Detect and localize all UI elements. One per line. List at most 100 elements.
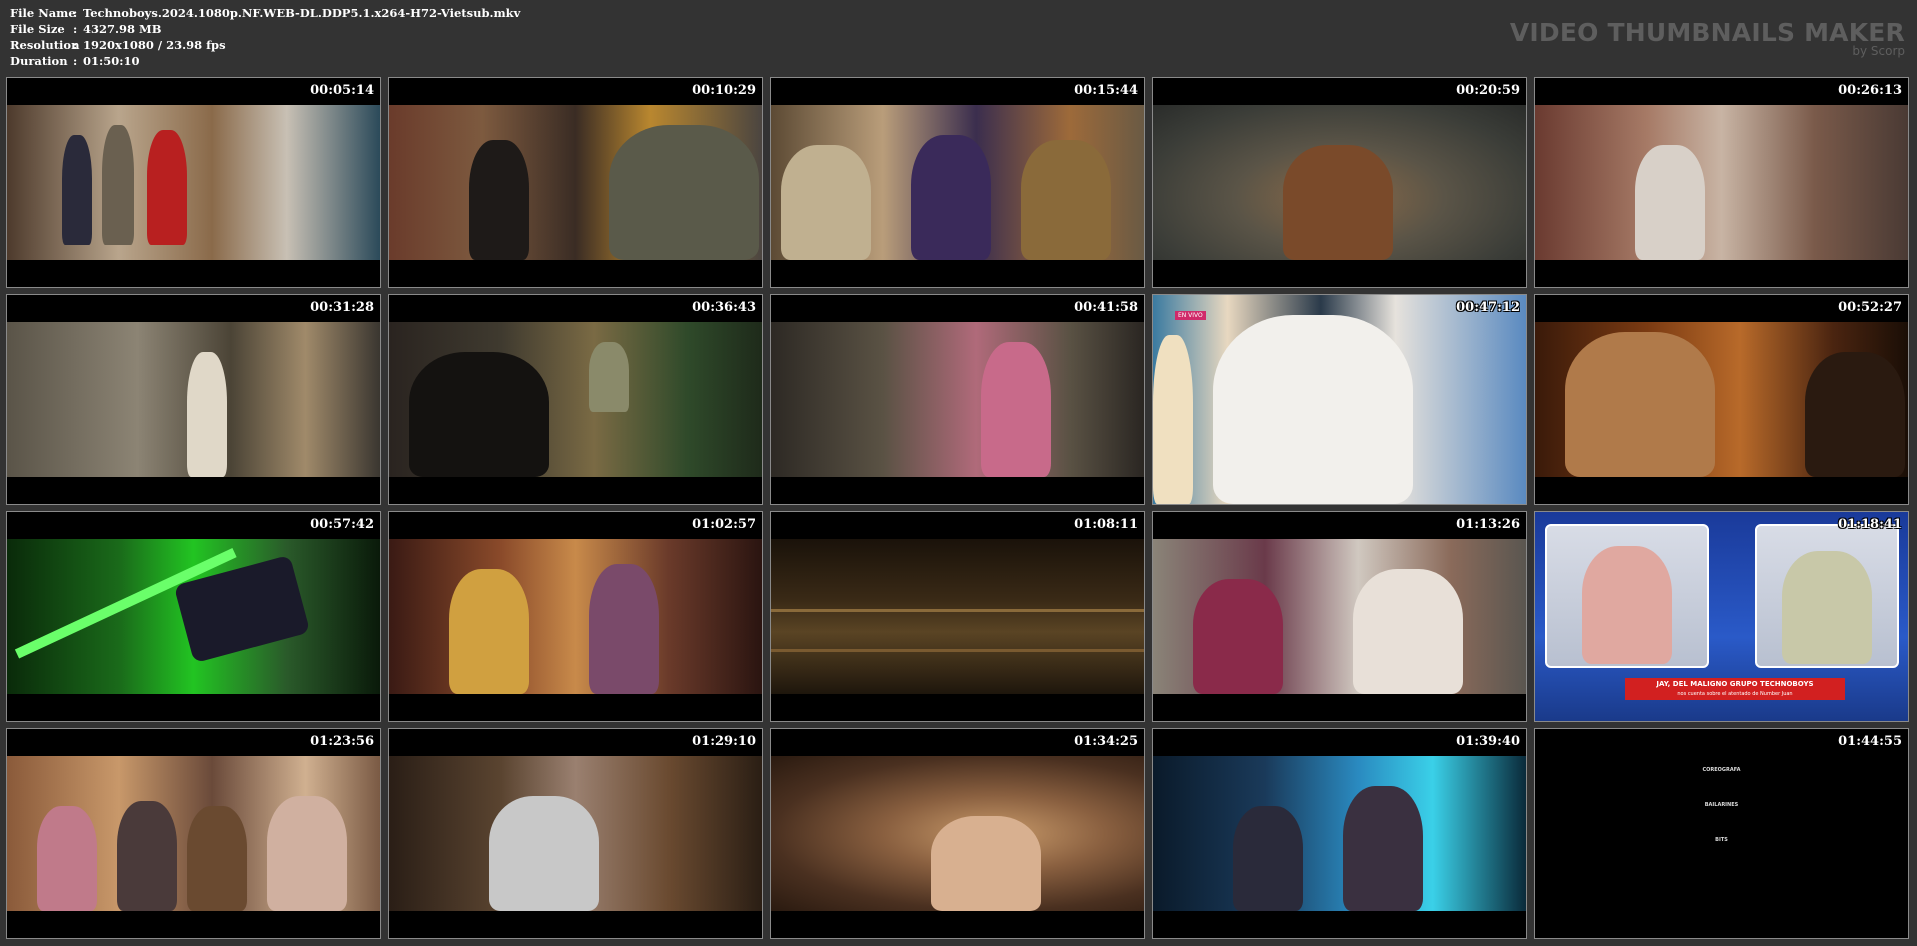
- timestamp: 00:36:43: [692, 300, 756, 315]
- figure: [489, 796, 599, 911]
- colon: :: [73, 22, 78, 36]
- thumbnail[interactable]: 00:36:43: [388, 294, 763, 505]
- thumbnail[interactable]: 00:26:13: [1534, 77, 1909, 288]
- video-frame: [389, 539, 762, 694]
- video-frame: EN VIVO: [1153, 295, 1526, 504]
- video-frame: [1153, 756, 1526, 911]
- end-credits: COREOGRAFA BAILARINES BITS: [1535, 761, 1908, 846]
- timestamp: 01:34:25: [1074, 734, 1138, 749]
- timestamp: 01:44:55: [1838, 734, 1902, 749]
- resolution-value: 1920x1080 / 23.98 fps: [83, 38, 226, 52]
- thumbnail[interactable]: 00:15:44: [770, 77, 1145, 288]
- figure: [1021, 140, 1111, 260]
- video-frame: [1153, 105, 1526, 260]
- file-size-value: 4327.98 MB: [83, 22, 162, 36]
- video-frame: JAY, DEL MALIGNO GRUPO TECHNOBOYS nos cu…: [1535, 512, 1908, 721]
- thumbnail[interactable]: 00:05:14: [6, 77, 381, 288]
- video-frame: [1535, 105, 1908, 260]
- figure: [1565, 332, 1715, 477]
- file-name-value: Technoboys.2024.1080p.NF.WEB-DL.DDP5.1.x…: [83, 6, 521, 20]
- colon: :: [73, 54, 78, 68]
- timestamp: 00:57:42: [310, 517, 374, 532]
- video-frame: [389, 756, 762, 911]
- timestamp: 01:08:11: [1074, 517, 1138, 532]
- file-name-row: File Name: Technoboys.2024.1080p.NF.WEB-D…: [10, 6, 520, 22]
- timestamp: 00:10:29: [692, 83, 756, 98]
- figure: [147, 130, 187, 245]
- news-title: JAY, DEL MALIGNO GRUPO TECHNOBOYS: [1656, 680, 1814, 688]
- video-frame: [771, 322, 1144, 477]
- video-frame: [389, 322, 762, 477]
- thumbnail[interactable]: 01:08:11: [770, 511, 1145, 722]
- video-frame: [771, 539, 1144, 694]
- figure: [409, 352, 549, 477]
- thumbnail[interactable]: JAY, DEL MALIGNO GRUPO TECHNOBOYS nos cu…: [1534, 511, 1909, 722]
- figure: [1805, 352, 1905, 477]
- contact-sheet: File Name: Technoboys.2024.1080p.NF.WEB-D…: [0, 0, 1917, 946]
- figure: [62, 135, 92, 245]
- timestamp: 01:13:26: [1456, 517, 1520, 532]
- video-frame: [389, 105, 762, 260]
- brand-logo: VIDEO THUMBNAILS MAKER by Scorp: [1510, 20, 1905, 58]
- thumbnail[interactable]: 01:34:25: [770, 728, 1145, 939]
- timestamp: 01:02:57: [692, 517, 756, 532]
- timestamp: 00:26:13: [1838, 83, 1902, 98]
- figure: [589, 342, 629, 412]
- thumbnail[interactable]: 00:41:58: [770, 294, 1145, 505]
- thumbnail[interactable]: 00:31:28: [6, 294, 381, 505]
- thumbnail[interactable]: 00:20:59: [1152, 77, 1527, 288]
- duration-value: 01:50:10: [83, 54, 140, 68]
- thumbnail-grid: 00:05:14 00:10:29 00:15:44 00:20:59 00:2…: [6, 77, 1917, 943]
- colon: :: [73, 38, 78, 52]
- credits-heading: BAILARINES: [1704, 802, 1739, 808]
- video-frame: [7, 105, 380, 260]
- figure: [37, 806, 97, 911]
- file-info-header: File Name: Technoboys.2024.1080p.NF.WEB-D…: [0, 0, 1917, 76]
- credits-heading: COREOGRAFA: [1702, 767, 1741, 773]
- figure: [1213, 315, 1413, 504]
- figure: [911, 135, 991, 260]
- timestamp: 01:23:56: [310, 734, 374, 749]
- thumbnail[interactable]: 01:02:57: [388, 511, 763, 722]
- resolution-row: Resolution: 1920x1080 / 23.98 fps: [10, 38, 226, 54]
- thumbnail[interactable]: 00:10:29: [388, 77, 763, 288]
- timestamp: 00:05:14: [310, 83, 374, 98]
- resolution-label: Resolution: [10, 38, 80, 52]
- figure: [187, 806, 247, 911]
- video-frame: [771, 756, 1144, 911]
- figure: [781, 145, 871, 260]
- figure: [1283, 145, 1393, 260]
- figure: [102, 125, 134, 245]
- video-frame: [1153, 539, 1526, 694]
- figure: [187, 352, 227, 477]
- duration-label: Duration: [10, 54, 68, 68]
- news-lower-third: JAY, DEL MALIGNO GRUPO TECHNOBOYS nos cu…: [1625, 678, 1845, 700]
- thumbnail[interactable]: 00:52:27: [1534, 294, 1909, 505]
- video-frame: COREOGRAFA BAILARINES BITS: [1535, 729, 1908, 938]
- thumbnail[interactable]: 01:23:56: [6, 728, 381, 939]
- rail: [771, 649, 1144, 652]
- video-call-panel: [1755, 524, 1899, 668]
- thumbnail[interactable]: 01:39:40: [1152, 728, 1527, 939]
- thumbnail[interactable]: COREOGRAFA BAILARINES BITS 01:44:55: [1534, 728, 1909, 939]
- thumbnail[interactable]: 01:13:26: [1152, 511, 1527, 722]
- brand-title: VIDEO THUMBNAILS MAKER: [1509, 18, 1905, 47]
- credits-heading: BITS: [1715, 837, 1728, 843]
- timestamp: 00:31:28: [310, 300, 374, 315]
- file-size-row: File Size:4327.98 MB: [10, 22, 161, 38]
- colon: :: [73, 6, 78, 20]
- figure: [1233, 806, 1303, 911]
- thumbnail[interactable]: EN VIVO 00:47:12: [1152, 294, 1527, 505]
- video-frame: [771, 105, 1144, 260]
- figure: [1582, 546, 1672, 664]
- figure: [1782, 551, 1872, 664]
- figure: [931, 816, 1041, 911]
- video-frame: [7, 539, 380, 694]
- figure: [981, 342, 1051, 477]
- figure: [469, 140, 529, 260]
- credits-lines: [1535, 811, 1908, 831]
- thumbnail[interactable]: 00:57:42: [6, 511, 381, 722]
- file-name-label: File Name: [10, 6, 76, 20]
- figure: [1635, 145, 1705, 260]
- thumbnail[interactable]: 01:29:10: [388, 728, 763, 939]
